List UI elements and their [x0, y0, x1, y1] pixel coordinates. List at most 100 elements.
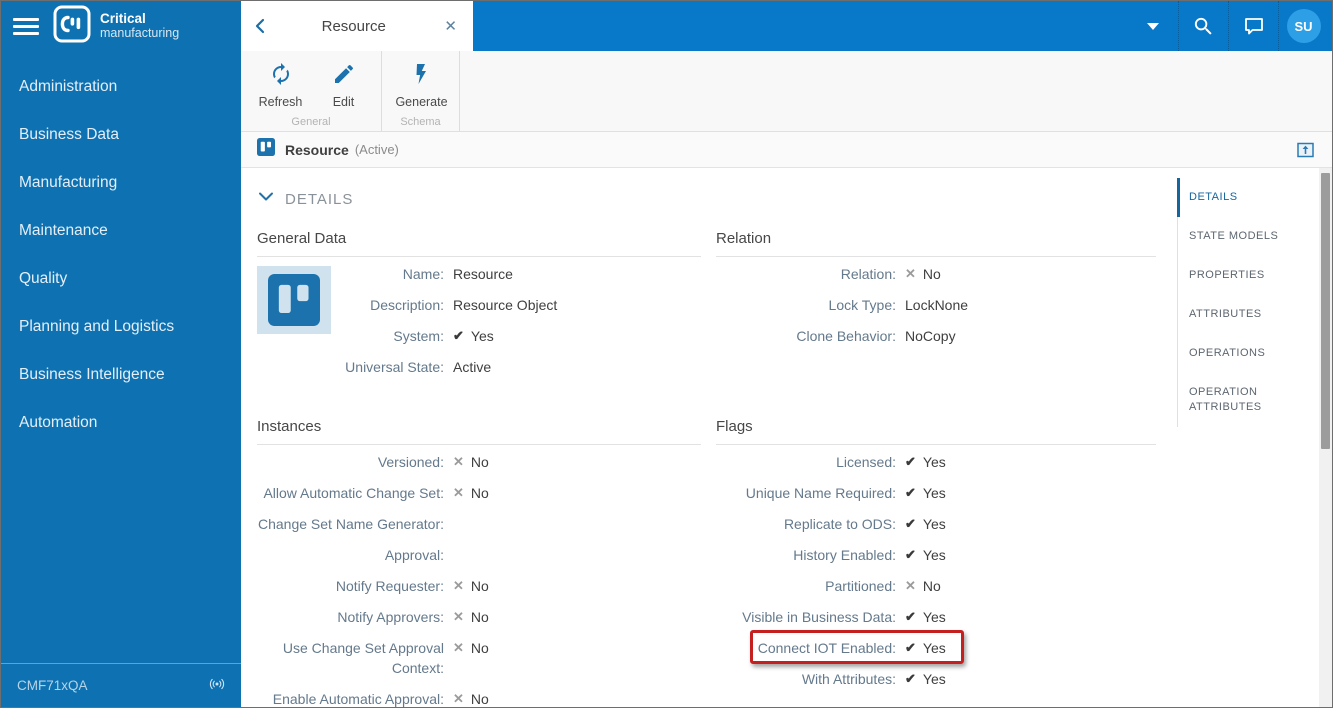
field-label: Description:	[370, 297, 444, 313]
section-relation: Relation Relation: ✕ No Lock Type: LockN…	[716, 230, 1156, 352]
sidebar-item-maintenance[interactable]: Maintenance	[1, 207, 241, 255]
field-row-relation: Relation: ✕ No	[716, 259, 1156, 290]
sidebar-item-administration[interactable]: Administration	[1, 63, 241, 111]
field-value: No	[470, 578, 489, 594]
nav-item-details[interactable]: DETAILS	[1177, 178, 1317, 217]
field-value: Yes	[922, 454, 946, 470]
edit-button[interactable]: Edit	[312, 57, 375, 113]
search-icon[interactable]	[1178, 1, 1228, 51]
user-avatar[interactable]: SU	[1278, 1, 1328, 51]
details-section-toggle[interactable]: DETAILS	[258, 190, 353, 208]
vertical-scrollbar[interactable]	[1319, 168, 1332, 707]
nav-item-operation-attributes[interactable]: OPERATION ATTRIBUTES	[1177, 373, 1317, 427]
sidebar-item-business-data[interactable]: Business Data	[1, 111, 241, 159]
tab-title: Resource	[321, 17, 386, 35]
menu-hamburger-icon[interactable]	[13, 14, 39, 39]
nav-item-properties[interactable]: PROPERTIES	[1177, 256, 1317, 295]
back-chevron-icon[interactable]	[253, 17, 267, 35]
top-bar: Resource ✕ SU	[241, 1, 1332, 51]
avatar-initials[interactable]: SU	[1286, 9, 1321, 43]
field-value: LockNone	[905, 297, 969, 313]
toolbar-group-label-schema: Schema	[400, 116, 441, 128]
field-value: Yes	[922, 547, 946, 563]
field-row-history-enabled: History Enabled: ✔ Yes	[716, 540, 1156, 571]
field-label: Visible in Business Data:	[742, 609, 896, 625]
sidebar-item-manufacturing[interactable]: Manufacturing	[1, 159, 241, 207]
general-data-rows: Name: Resource Description: Resource Obj…	[257, 257, 701, 383]
refresh-label: Refresh	[258, 95, 303, 109]
app-window: Critical manufacturing Administration Bu…	[0, 0, 1333, 708]
logo-line2: manufacturing	[100, 25, 180, 40]
field-row-system: System: ✔ Yes	[257, 321, 701, 352]
environment-label: CMF71xQA	[17, 678, 88, 693]
field-value: Yes	[922, 671, 946, 687]
field-value: No	[922, 266, 941, 282]
toolbar-group-label-general: General	[291, 116, 331, 128]
field-value: Yes	[470, 328, 494, 344]
field-row-connect-iot-enabled: Connect IOT Enabled: ✔ Yes	[716, 630, 1156, 664]
sidebar-nav: Administration Business Data Manufacturi…	[1, 63, 241, 447]
sidebar-header: Critical manufacturing	[1, 1, 241, 51]
check-icon: ✔	[905, 485, 916, 500]
field-label: Allow Automatic Change Set:	[263, 485, 444, 501]
chevron-down-icon	[258, 190, 274, 208]
check-icon: ✔	[905, 671, 916, 686]
field-row-clone-behavior: Clone Behavior: NoCopy	[716, 321, 1156, 352]
tab-resource[interactable]: Resource ✕	[241, 1, 473, 51]
cross-icon: ✕	[905, 578, 916, 593]
check-icon: ✔	[453, 328, 464, 343]
entity-state: (Active)	[354, 142, 399, 157]
field-row-lock-type: Lock Type: LockNone	[716, 290, 1156, 321]
field-label: Approval:	[384, 547, 444, 563]
field-label: Change Set Name Generator:	[258, 516, 444, 532]
scrollbar-thumb[interactable]	[1321, 173, 1330, 449]
field-row-use-change-set-approval-context: Use Change Set Approval Context: ✕ No	[257, 633, 701, 684]
expand-panel-icon[interactable]	[1297, 142, 1314, 163]
check-icon: ✔	[905, 454, 916, 469]
entity-title: Resource	[285, 141, 349, 158]
field-label: Partitioned:	[825, 578, 896, 594]
dropdown-caret-icon[interactable]	[1128, 1, 1178, 51]
cross-icon: ✕	[453, 691, 464, 706]
flags-rows: Licensed: ✔ Yes Unique Name Required: ✔ …	[716, 445, 1156, 695]
close-icon[interactable]: ✕	[440, 15, 461, 37]
chat-icon[interactable]	[1228, 1, 1278, 51]
nav-item-state-models[interactable]: STATE MODELS	[1177, 217, 1317, 256]
field-row-description: Description: Resource Object	[257, 290, 701, 321]
sidebar-item-automation[interactable]: Automation	[1, 399, 241, 447]
field-row-visible-in-business-data: Visible in Business Data: ✔ Yes	[716, 602, 1156, 633]
nav-item-operations[interactable]: OPERATIONS	[1177, 334, 1317, 373]
field-value: No	[470, 454, 489, 470]
field-row-allow-automatic-change-set: Allow Automatic Change Set: ✕ No	[257, 478, 701, 509]
relation-rows: Relation: ✕ No Lock Type: LockNone Clone…	[716, 257, 1156, 352]
field-label: History Enabled:	[793, 547, 896, 563]
company-logo: Critical manufacturing	[53, 5, 179, 48]
sidebar-item-business-intelligence[interactable]: Business Intelligence	[1, 351, 241, 399]
sidebar-footer: CMF71xQA	[1, 663, 241, 707]
field-label: System:	[393, 328, 444, 344]
refresh-button[interactable]: Refresh	[249, 57, 312, 113]
field-row-replicate-to-ods: Replicate to ODS: ✔ Yes	[716, 509, 1156, 540]
field-label: Replicate to ODS:	[783, 516, 896, 532]
field-value: Resource	[453, 266, 513, 282]
field-row-universal-state: Universal State: Active	[257, 352, 701, 383]
section-instances: Instances Versioned: ✕ No Allow Automati…	[257, 418, 701, 707]
check-icon: ✔	[905, 640, 916, 655]
nav-item-attributes[interactable]: ATTRIBUTES	[1177, 295, 1317, 334]
field-label: Unique Name Required:	[745, 485, 896, 501]
refresh-icon	[269, 62, 293, 91]
generate-button[interactable]: Generate	[390, 57, 453, 113]
field-value: No	[470, 640, 489, 656]
field-row-notify-requester: Notify Requester: ✕ No	[257, 571, 701, 602]
field-label: Name:	[402, 266, 444, 282]
cross-icon: ✕	[453, 485, 464, 500]
edit-pencil-icon	[332, 62, 356, 91]
field-label: Licensed:	[836, 454, 896, 470]
sidebar-item-planning-and-logistics[interactable]: Planning and Logistics	[1, 303, 241, 351]
logo-line1: Critical	[100, 11, 146, 27]
sidebar-item-quality[interactable]: Quality	[1, 255, 241, 303]
broadcast-icon[interactable]	[209, 675, 225, 696]
section-anchor-nav: DETAILS STATE MODELS PROPERTIES ATTRIBUT…	[1177, 178, 1317, 427]
field-value: NoCopy	[905, 328, 956, 344]
field-value: No	[922, 578, 941, 594]
